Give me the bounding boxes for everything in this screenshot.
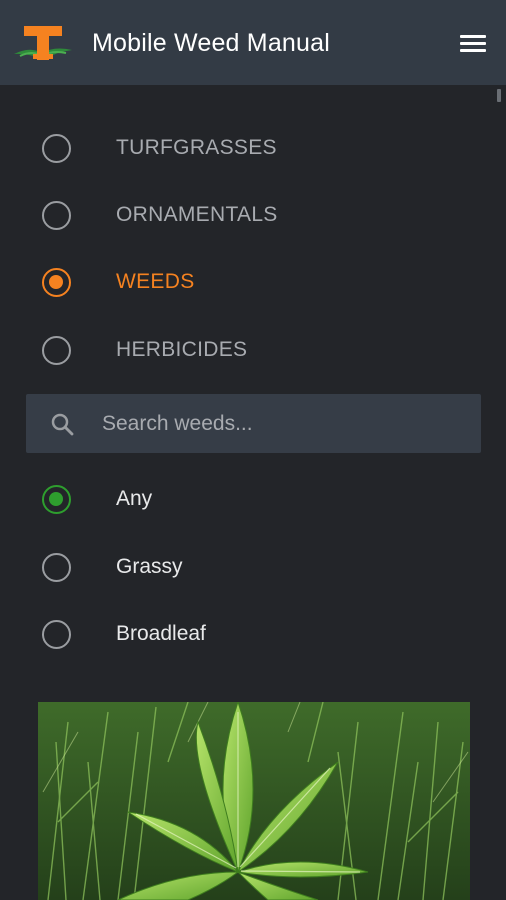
radio-any[interactable] (42, 484, 71, 514)
radio-grassy[interactable] (42, 552, 71, 582)
category-option-turfgrasses[interactable]: TURFGRASSES (0, 120, 506, 176)
scrollbar-thumb[interactable] (497, 89, 501, 102)
app-bar: Mobile Weed Manual (0, 0, 506, 85)
radio-ornamentals[interactable] (42, 200, 71, 230)
app-title: Mobile Weed Manual (92, 29, 330, 57)
search-input[interactable] (102, 394, 472, 453)
filter-option-broadleaf[interactable]: Broadleaf (0, 606, 506, 662)
category-label: HERBICIDES (116, 338, 248, 361)
radio-broadleaf[interactable] (42, 619, 71, 649)
filter-label: Any (116, 487, 153, 510)
search-box (26, 394, 481, 453)
category-label: TURFGRASSES (116, 136, 277, 159)
radio-turfgrasses[interactable] (42, 133, 71, 163)
category-option-weeds[interactable]: WEEDS (0, 254, 506, 310)
filter-label: Broadleaf (116, 622, 206, 645)
category-option-herbicides[interactable]: HERBICIDES (0, 322, 506, 378)
radio-weeds[interactable] (42, 267, 71, 297)
category-label: ORNAMENTALS (116, 203, 278, 226)
filter-option-grassy[interactable]: Grassy (0, 539, 506, 595)
filter-option-any[interactable]: Any (0, 471, 506, 527)
category-label: WEEDS (116, 270, 195, 293)
hamburger-menu-icon (460, 34, 486, 38)
search-icon (51, 413, 74, 436)
weed-photo[interactable] (38, 702, 470, 900)
tennessee-logo (14, 26, 72, 60)
filter-label: Grassy (116, 555, 183, 578)
menu-button[interactable] (455, 28, 491, 58)
radio-herbicides[interactable] (42, 335, 71, 365)
weed-photo-illustration (38, 702, 470, 900)
category-option-ornamentals[interactable]: ORNAMENTALS (0, 187, 506, 243)
